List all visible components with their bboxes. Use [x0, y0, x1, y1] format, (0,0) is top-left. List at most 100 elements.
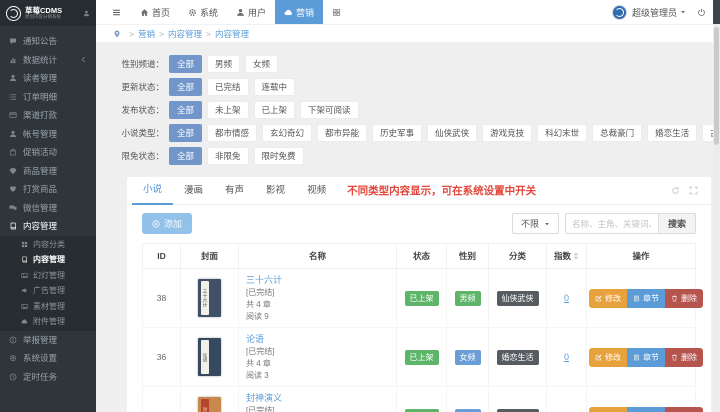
chevron-left-icon — [80, 56, 87, 63]
filter-gender-channel: 性别频道： 全部 男频 女频 — [112, 55, 720, 73]
tab-film[interactable]: 影视 — [255, 178, 296, 204]
plus-icon — [152, 220, 160, 228]
search-input[interactable] — [565, 213, 658, 234]
tab-novel[interactable]: 小说 — [132, 177, 173, 205]
filter-option[interactable]: 非限免 — [207, 147, 249, 165]
index-link[interactable]: 0 — [564, 293, 569, 303]
sidebar-item-promotions[interactable]: 促销活动 — [0, 143, 96, 162]
status-badge: 已上架 — [405, 350, 439, 365]
user-menu[interactable]: 超级管理员 — [632, 6, 686, 19]
chapters-button[interactable]: 章节 — [627, 289, 665, 308]
filter-option[interactable]: 玄幻奇幻 — [262, 124, 312, 142]
sidebar-item-settings[interactable]: 系统设置 — [0, 349, 96, 368]
edit-button[interactable]: 修改 — [589, 407, 627, 412]
filter-option[interactable]: 全部 — [169, 147, 202, 165]
sidebar-subitem-content-category[interactable]: 内容分类 — [0, 237, 96, 253]
filter-option[interactable]: 都市情感 — [207, 124, 257, 142]
refresh-icon[interactable] — [671, 186, 680, 195]
edit-icon — [595, 354, 602, 361]
filter-option[interactable]: 游戏竞技 — [482, 124, 532, 142]
sidebar-item-cron[interactable]: 定时任务 — [0, 368, 96, 387]
edit-button[interactable]: 修改 — [589, 289, 627, 308]
nav-users[interactable]: 用户 — [227, 0, 275, 24]
sidebar-item-reward-goods[interactable]: 打赏商品 — [0, 180, 96, 199]
sidebar-item-readers[interactable]: 读者管理 — [0, 69, 96, 88]
index-link[interactable]: 0 — [564, 352, 569, 362]
search-scope-dropdown[interactable]: 不限 — [512, 213, 559, 234]
book-title-link[interactable]: 三十六计 — [246, 273, 282, 286]
nav-system[interactable]: 系统 — [179, 0, 227, 24]
filter-option[interactable]: 全部 — [169, 101, 202, 119]
book-cover: 封神演义 — [198, 397, 221, 412]
filter-option[interactable]: 仙侠武侠 — [427, 124, 477, 142]
top-navbar: 首页 系统 用户 营销 超级管理员 — [96, 0, 720, 25]
filter-publish-status: 发布状态： 全部 未上架 已上架 下架可阅读 — [112, 101, 720, 119]
breadcrumb-content-manage[interactable]: 内容管理 — [215, 28, 249, 40]
nav-home[interactable]: 首页 — [131, 0, 179, 24]
sidebar-item-goods[interactable]: 商品管理 — [0, 162, 96, 181]
gender-badge: 女频 — [455, 409, 481, 412]
delete-button[interactable]: 删除 — [665, 348, 703, 367]
content-panel: 小说 漫画 有声 影视 视频 不同类型内容显示，可在系统设置中开关 添加 — [127, 177, 711, 412]
sidebar-item-wechat[interactable]: 微信管理 — [0, 199, 96, 218]
filter-option[interactable]: 未上架 — [207, 101, 249, 119]
delete-button[interactable]: 删除 — [665, 289, 703, 308]
nav-marketing[interactable]: 营销 — [275, 0, 323, 24]
sort-icon[interactable] — [573, 252, 579, 260]
apps-grid-icon[interactable] — [323, 0, 350, 24]
sidebar-item-content[interactable]: 内容管理 — [0, 217, 96, 236]
filter-option[interactable]: 女频 — [245, 55, 278, 73]
sidebar-user-icon[interactable] — [83, 10, 90, 17]
sidebar-subitem-slides[interactable]: 幻灯管理 — [0, 268, 96, 284]
filter-option[interactable]: 历史军事 — [372, 124, 422, 142]
chapters-icon — [633, 354, 640, 361]
filter-option[interactable]: 男频 — [207, 55, 240, 73]
filter-option[interactable]: 已上架 — [254, 101, 296, 119]
add-button[interactable]: 添加 — [142, 213, 192, 234]
book-title-link[interactable]: 封神演义 — [246, 391, 282, 404]
status-badge: 已上架 — [405, 291, 439, 306]
sidebar-subitem-attachments[interactable]: 附件管理 — [0, 314, 96, 330]
sidebar-subitem-content-manage[interactable]: 内容管理 — [0, 252, 96, 268]
chapters-button[interactable]: 章节 — [627, 348, 665, 367]
breadcrumb-content[interactable]: 内容管理 — [168, 28, 202, 40]
tab-video[interactable]: 视频 — [296, 178, 337, 204]
filter-option[interactable]: 都市异能 — [317, 124, 367, 142]
sidebar-subitem-materials[interactable]: 素材管理 — [0, 299, 96, 315]
sidebar-item-stats[interactable]: 数据统计 — [0, 51, 96, 70]
tab-audio[interactable]: 有声 — [214, 178, 255, 204]
sidebar-item-accounts[interactable]: 帐号管理 — [0, 125, 96, 144]
filter-option[interactable]: 限时免费 — [254, 147, 304, 165]
sidebar-item-reports[interactable]: 举报管理 — [0, 331, 96, 350]
sidebar-item-channel-payout[interactable]: 渠道打款 — [0, 106, 96, 125]
filter-option[interactable]: 连载中 — [254, 78, 296, 96]
category-badge: 幻想时空 — [497, 409, 539, 412]
logout-power-icon[interactable] — [697, 8, 706, 17]
hamburger-menu-icon[interactable] — [102, 0, 131, 24]
chapters-button[interactable]: 章节 — [627, 407, 665, 412]
tabs-annotation: 不同类型内容显示，可在系统设置中开关 — [347, 183, 536, 198]
filter-option[interactable]: 总裁豪门 — [592, 124, 642, 142]
content-type-tabs: 小说 漫画 有声 影视 视频 不同类型内容显示，可在系统设置中开关 — [127, 177, 711, 205]
scrollbar-thumb[interactable] — [714, 27, 719, 145]
sidebar-item-notices[interactable]: 通知公告 — [0, 32, 96, 51]
breadcrumb-marketing[interactable]: 营销 — [138, 28, 155, 40]
delete-button[interactable]: 删除 — [665, 407, 703, 412]
avatar[interactable] — [612, 5, 627, 20]
edit-button[interactable]: 修改 — [589, 348, 627, 367]
tab-comic[interactable]: 漫画 — [173, 178, 214, 204]
filter-option[interactable]: 全部 — [169, 78, 202, 96]
content-submenu: 内容分类 内容管理 幻灯管理 广告管理 素材管理 附件管理 — [0, 236, 96, 331]
fullscreen-icon[interactable] — [689, 186, 698, 195]
search-button[interactable]: 搜索 — [658, 213, 696, 234]
sidebar-subitem-ads[interactable]: 广告管理 — [0, 283, 96, 299]
filter-option[interactable]: 下架可阅读 — [300, 101, 359, 119]
category-badge: 婚恋生活 — [497, 350, 539, 365]
filter-option[interactable]: 婚恋生活 — [647, 124, 697, 142]
filter-option[interactable]: 全部 — [169, 124, 202, 142]
sidebar-item-orders[interactable]: 订单明细 — [0, 88, 96, 107]
filter-option[interactable]: 全部 — [169, 55, 202, 73]
book-title-link[interactable]: 论语 — [246, 332, 264, 345]
filter-option[interactable]: 科幻末世 — [537, 124, 587, 142]
filter-option[interactable]: 已完结 — [207, 78, 249, 96]
